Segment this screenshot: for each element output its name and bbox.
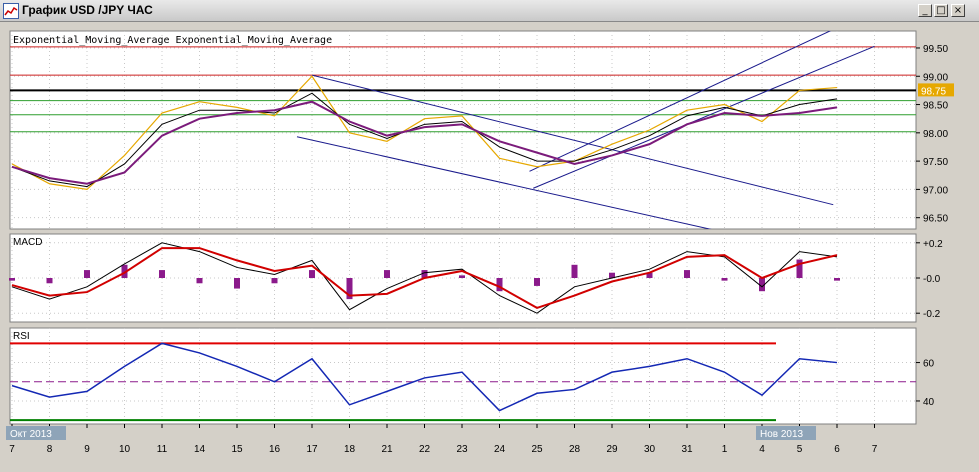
x-tick-label: 24 xyxy=(494,444,506,455)
macd-histogram-bar xyxy=(796,259,803,278)
ema-legend-label: Exponential_Moving_Average Exponential_M… xyxy=(13,35,332,46)
macd-histogram-bar xyxy=(271,278,278,284)
macd-histogram-bar xyxy=(496,278,503,292)
macd-histogram-bar xyxy=(684,270,690,278)
window-titlebar: График USD /JPY ЧАС _ □ × xyxy=(0,0,979,22)
window-title: График USD /JPY ЧАС xyxy=(22,3,153,17)
x-tick-label: 23 xyxy=(456,444,468,455)
macd-histogram-bar xyxy=(834,278,840,281)
rsi-ytick-label: 60 xyxy=(923,359,935,370)
macd-histogram-bar xyxy=(384,270,390,278)
chart-app-icon xyxy=(3,3,19,19)
main-ytick-label: 98.50 xyxy=(923,101,948,112)
x-tick-label: 14 xyxy=(194,444,206,455)
x-tick-label: 17 xyxy=(306,444,318,455)
main-ytick-label: 97.50 xyxy=(923,157,948,168)
rsi-ytick-label: 40 xyxy=(923,397,935,408)
x-tick-label: 18 xyxy=(344,444,356,455)
x-tick-label: 4 xyxy=(759,444,765,455)
x-tick-label: 7 xyxy=(872,444,878,455)
x-tick-label: 21 xyxy=(381,444,393,455)
x-tick-label: 22 xyxy=(419,444,431,455)
macd-histogram-bar xyxy=(721,278,728,281)
close-button[interactable]: × xyxy=(951,4,965,17)
x-tick-label: 29 xyxy=(606,444,618,455)
macd-histogram-bar xyxy=(571,264,578,278)
x-tick-label: 25 xyxy=(531,444,543,455)
x-tick-label: 9 xyxy=(84,444,90,455)
chart-area: 96.50 97.00 97.50 98.00 98.50 99.00 99.50 +0.2 -… xyxy=(0,22,979,467)
x-tick-label: 7 xyxy=(9,444,15,455)
main-ytick-label: 99.50 xyxy=(923,44,948,55)
x-tick-label: 15 xyxy=(231,444,243,455)
minimize-button[interactable]: _ xyxy=(918,4,932,17)
macd-histogram-bar xyxy=(309,270,315,278)
macd-histogram-bar xyxy=(534,278,540,286)
x-tick-label: 8 xyxy=(47,444,53,455)
main-ytick-label: 97.00 xyxy=(923,185,948,196)
macd-histogram-bar xyxy=(46,278,53,284)
macd-ytick-label: -0.0 xyxy=(923,274,941,285)
main-ytick-label: 99.00 xyxy=(923,72,948,83)
x-tick-label: 31 xyxy=(681,444,693,455)
main-ytick-label: 98.00 xyxy=(923,129,948,140)
macd-label: MACD xyxy=(13,237,42,248)
rsi-label: RSI xyxy=(13,331,30,342)
month-label: Окт 2013 xyxy=(10,429,52,440)
macd-histogram-bar xyxy=(459,275,465,278)
macd-histogram-bar xyxy=(159,270,165,278)
macd-ytick-label: -0.2 xyxy=(923,309,941,320)
x-tick-label: 6 xyxy=(834,444,840,455)
x-tick-label: 16 xyxy=(269,444,281,455)
x-tick-label: 30 xyxy=(644,444,656,455)
macd-histogram-bar xyxy=(84,270,90,278)
macd-ytick-label: +0.2 xyxy=(923,239,943,250)
x-tick-label: 11 xyxy=(157,444,168,455)
x-tick-label: 5 xyxy=(797,444,803,455)
main-panel-frame xyxy=(9,30,917,230)
x-tick-label: 10 xyxy=(119,444,131,455)
chart-svg[interactable]: 96.50 97.00 97.50 98.00 98.50 99.00 99.50 +0.2 -… xyxy=(0,22,979,467)
x-tick-label: 28 xyxy=(569,444,581,455)
current-price-label: 98.75 xyxy=(921,86,946,97)
month-label: Нов 2013 xyxy=(760,429,804,440)
main-ytick-label: 96.50 xyxy=(923,214,948,225)
maximize-button[interactable]: □ xyxy=(934,4,948,17)
macd-histogram-bar xyxy=(234,278,240,289)
x-tick-label: 1 xyxy=(722,444,728,455)
macd-histogram-bar xyxy=(196,278,203,284)
macd-histogram-bar xyxy=(9,278,15,281)
